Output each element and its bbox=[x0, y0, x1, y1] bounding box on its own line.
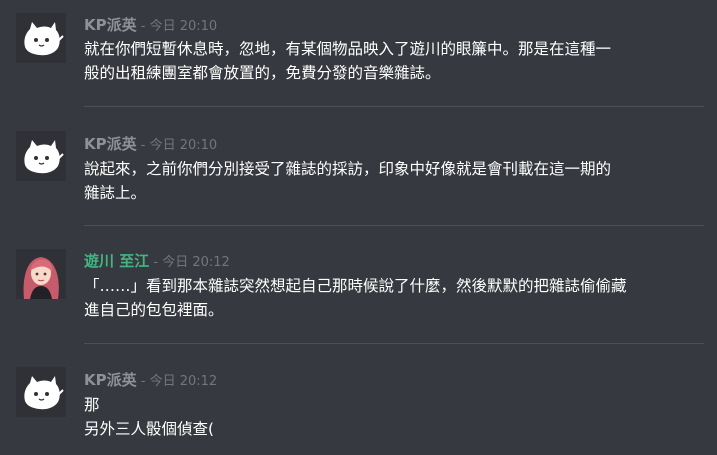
message-divider bbox=[84, 343, 704, 344]
message-text: 「……」看到那本雜誌突然想起自己那時候說了什麼，然後默默的把雜誌偷偷藏 進自己的… bbox=[84, 274, 704, 322]
chat-log: KP派英 - 今日 20:10 就在你們短暫休息時，忽地，有某個物品映入了遊川的… bbox=[0, 0, 717, 455]
message-text: 說起來，之前你們分別接受了雜誌的採訪，印象中好像就是會刊載在這一期的 雜誌上。 bbox=[84, 157, 704, 205]
message-line: 另外三人骰個偵查( bbox=[84, 420, 215, 438]
white-cat-icon bbox=[16, 13, 66, 63]
timestamp: 今日 20:12 bbox=[162, 255, 230, 270]
message-line: 那 bbox=[84, 396, 100, 414]
timestamp-separator: - bbox=[136, 19, 150, 34]
pink-hair-girl-avatar bbox=[16, 249, 66, 299]
avatar-kp[interactable] bbox=[16, 13, 66, 63]
white-cat-icon bbox=[16, 131, 66, 181]
avatar-kp[interactable] bbox=[16, 367, 66, 417]
message-line: 就在你們短暫休息時，忽地，有某個物品映入了遊川的眼簾中。那是在這種一 bbox=[84, 40, 612, 58]
timestamp: 今日 20:12 bbox=[149, 374, 218, 389]
timestamp: 今日 20:10 bbox=[149, 138, 218, 153]
timestamp-separator: - bbox=[149, 255, 163, 270]
author-name[interactable]: KP派英 bbox=[84, 371, 137, 389]
avatar-kp[interactable] bbox=[16, 131, 66, 181]
author-name[interactable]: KP派英 bbox=[84, 16, 137, 34]
message-text: 就在你們短暫休息時，忽地，有某個物品映入了遊川的眼簾中。那是在這種一 般的出租練… bbox=[84, 37, 704, 85]
timestamp: 今日 20:10 bbox=[149, 19, 218, 34]
timestamp-separator: - bbox=[136, 374, 150, 389]
message-divider bbox=[84, 225, 704, 226]
author-name[interactable]: 遊川 至江 bbox=[84, 252, 149, 270]
message-line: 說起來，之前你們分別接受了雜誌的採訪，印象中好像就是會刊載在這一期的 bbox=[84, 160, 612, 178]
message-text: 那 另外三人骰個偵查( bbox=[84, 393, 704, 441]
message-line: 「……」看到那本雜誌突然想起自己那時候說了什麼，然後默默的把雜誌偷偷藏 bbox=[84, 277, 627, 295]
message-line: 雜誌上。 bbox=[84, 184, 147, 202]
author-name[interactable]: KP派英 bbox=[84, 135, 137, 153]
timestamp-separator: - bbox=[136, 138, 150, 153]
message-divider bbox=[84, 106, 704, 107]
avatar-player[interactable] bbox=[16, 249, 66, 299]
message-line: 進自己的包包裡面。 bbox=[84, 301, 224, 319]
message-line: 般的出租練團室都會放置的，免費分發的音樂雜誌。 bbox=[84, 64, 441, 82]
white-cat-icon bbox=[16, 367, 66, 417]
